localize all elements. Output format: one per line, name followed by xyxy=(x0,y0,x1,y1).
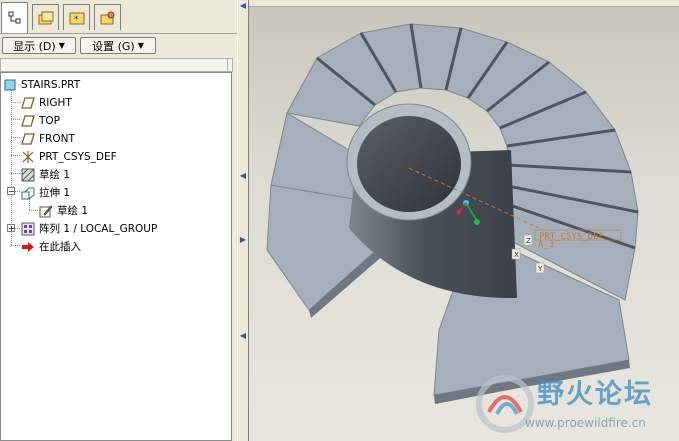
settings-label: 设置 (G) xyxy=(92,39,135,53)
part-icon xyxy=(3,78,17,92)
tree-item-right[interactable]: RIGHT xyxy=(21,94,72,111)
tree-item-label: PRT_CSYS_DEF xyxy=(39,150,117,163)
datum-plane-icon xyxy=(21,96,35,110)
navigator-tabs: * xyxy=(0,0,237,34)
tree-item-csys[interactable]: PRT_CSYS_DEF xyxy=(21,148,117,165)
show-dropdown[interactable]: 显示 (D) ▼ xyxy=(2,37,76,54)
csys-icon xyxy=(21,150,35,164)
tree-item-front[interactable]: FRONT xyxy=(21,130,75,147)
sketch-pencil-icon xyxy=(39,204,53,218)
axis-y-label: Y xyxy=(537,265,543,273)
tab-favorites[interactable]: * xyxy=(63,4,90,30)
tree-item-label: 在此插入 xyxy=(39,241,81,253)
tree-item-pattern[interactable]: 阵列 1 / LOCAL_GROUP xyxy=(21,220,157,237)
panel-splitter[interactable]: ◀ ◀ ▶ ◀ xyxy=(237,0,249,441)
chevron-down-icon: ▼ xyxy=(137,41,144,50)
tree-toolbar: 显示 (D) ▼ 设置 (G) ▼ xyxy=(0,34,237,58)
chevron-down-icon: ▼ xyxy=(58,41,65,50)
axis-z-label: Z xyxy=(526,237,531,245)
pattern-icon xyxy=(21,222,35,236)
collapse-left-icon[interactable]: ◀ xyxy=(239,172,247,180)
model-tree-panel: * 显示 (D) ▼ 设置 (G) ▼ − + STAIRS.PRT RIGHT… xyxy=(0,0,238,441)
collapse-toggle[interactable]: − xyxy=(7,187,15,196)
expand-right-icon[interactable]: ▶ xyxy=(239,236,247,244)
tree-item-label: RIGHT xyxy=(39,96,72,109)
model-tree: − + STAIRS.PRT RIGHT TOP FRONT PRT_CSYS_… xyxy=(0,72,232,441)
tree-item-top[interactable]: TOP xyxy=(21,112,60,129)
axis-x-label: X xyxy=(514,251,519,259)
tree-item-label: 阵列 1 / LOCAL_GROUP xyxy=(39,223,158,235)
favorites-folder-icon: * xyxy=(69,12,84,25)
tree-column-header xyxy=(0,58,233,72)
forum-watermark: 野火论坛 www.proewildfire.cn xyxy=(467,364,677,440)
settings-dropdown[interactable]: 设置 (G) ▼ xyxy=(80,37,156,54)
model-tree-icon xyxy=(8,11,20,24)
folder-icon xyxy=(38,11,53,24)
tab-connections[interactable] xyxy=(94,4,121,30)
watermark-url: www.proewildfire.cn xyxy=(525,416,646,430)
axis-label: A_3 xyxy=(538,240,554,250)
tree-item-insert-here[interactable]: 在此插入 xyxy=(21,238,81,255)
extrude-icon xyxy=(21,186,35,200)
tree-item-sketch[interactable]: 草绘 1 xyxy=(21,166,70,183)
datum-plane-icon xyxy=(21,132,35,146)
insert-here-arrow-icon xyxy=(21,240,35,254)
tab-model-tree[interactable] xyxy=(1,2,28,33)
svg-text:*: * xyxy=(74,15,79,25)
watermark-title: 野火论坛 xyxy=(537,379,653,410)
tree-item-label: 草绘 1 xyxy=(57,205,89,217)
tree-item-part[interactable]: STAIRS.PRT xyxy=(3,76,80,93)
column-hole xyxy=(357,116,461,212)
graphics-viewport[interactable]: PRT_CSYS_DEF A_3 Z X Y 野火论坛 www.proewild… xyxy=(249,0,679,441)
tree-item-extrude[interactable]: 拉伸 1 xyxy=(21,184,70,201)
connections-icon xyxy=(100,11,114,24)
sketch-hatch-icon xyxy=(21,168,35,182)
tree-item-label: STAIRS.PRT xyxy=(21,78,81,91)
tab-folder-browser[interactable] xyxy=(32,4,59,30)
collapse-left-icon[interactable]: ◀ xyxy=(239,332,247,340)
tree-item-label: 草绘 1 xyxy=(39,169,71,181)
tree-item-sketch-child[interactable]: 草绘 1 xyxy=(39,202,88,219)
tree-item-label: FRONT xyxy=(39,132,75,145)
tree-item-label: TOP xyxy=(39,114,61,127)
tree-item-label: 拉伸 1 xyxy=(39,187,71,199)
expand-toggle[interactable]: + xyxy=(7,224,15,233)
collapse-left-icon[interactable]: ◀ xyxy=(239,2,247,10)
show-label: 显示 (D) xyxy=(13,39,56,53)
datum-plane-icon xyxy=(21,114,35,128)
